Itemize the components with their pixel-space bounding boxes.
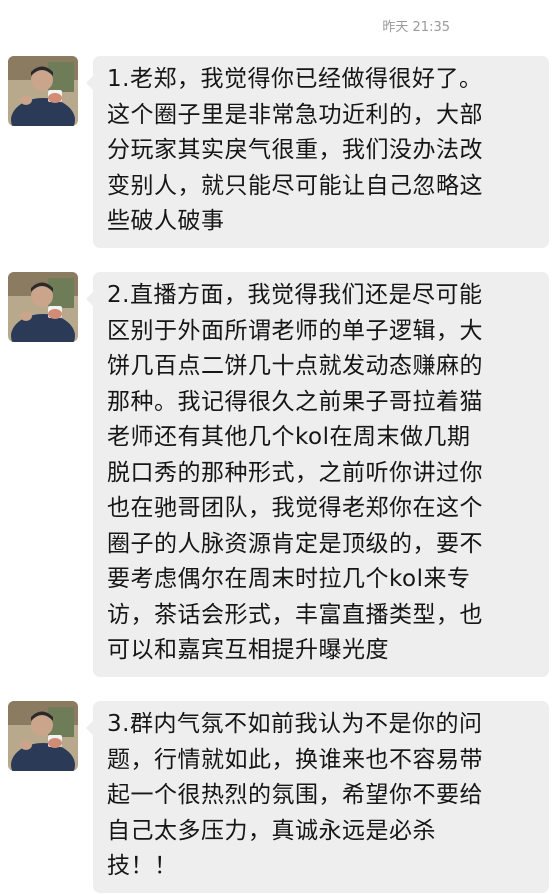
- avatar-photo-icon: [8, 56, 78, 126]
- message-timestamp: 昨天 21:35: [382, 20, 450, 35]
- message-line: 变别人，就只能尽可能让自己忽略这: [107, 172, 483, 199]
- avatar-photo-icon: [8, 272, 78, 342]
- message-line: 分玩家其实戾气很重，我们没办法改: [107, 137, 483, 163]
- message-bubble[interactable]: 2.直播方面，我觉得我们还是尽可能 区别于外面所谓老师的单子逻辑，大 饼几百点二…: [86, 272, 549, 677]
- message-line: 那种。我记得很久之前果子哥拉着猫: [107, 388, 483, 415]
- avatar[interactable]: [8, 701, 78, 771]
- avatar[interactable]: [8, 56, 78, 126]
- message-line: 圈子的人脉资源肯定是顶级的，要不: [107, 530, 483, 557]
- message-line: 2.直播方面，我觉得我们还是尽可能: [107, 282, 483, 308]
- message-line: 脱口秀的那种形式，之前听你讲过你: [107, 459, 483, 486]
- avatar-photo-icon: [8, 701, 78, 771]
- message-line: 老师还有其他几个kol在周末做几期: [107, 424, 471, 450]
- message-line: 也在驰哥团队，我觉得老郑你在这个: [107, 495, 483, 521]
- message-line: 3.群内气氛不如前我认为不是你的问: [107, 711, 483, 737]
- message-line: 访，茶话会形式，丰富直播类型，也: [107, 601, 483, 628]
- message-line: 这个圈子里是非常急功近利的，大部: [107, 101, 483, 128]
- message-line: 区别于外面所谓老师的单子逻辑，大: [107, 317, 483, 344]
- message-line: 技！！: [107, 853, 178, 879]
- message-line: 要考虑偶尔在周末时拉几个kol来专: [107, 566, 471, 592]
- message-bubble[interactable]: 3.群内气氛不如前我认为不是你的问 题，行情就如此，换谁来也不容易带 起一个很热…: [86, 701, 549, 893]
- avatar[interactable]: [8, 272, 78, 342]
- message-line: 起一个很热烈的氛围，希望你不要给: [107, 782, 483, 808]
- message-line: 题，行情就如此，换谁来也不容易带: [107, 746, 483, 773]
- message-line: 可以和嘉宾互相提升曝光度: [107, 637, 389, 663]
- message-bubble[interactable]: 1.老郑，我觉得你已经做得很好了。 这个圈子里是非常急功近利的，大部 分玩家其实…: [86, 56, 549, 248]
- message-line: 1.老郑，我觉得你已经做得很好了。: [107, 66, 483, 92]
- message-line: 饼几百点二饼几十点就发动态赚麻的: [107, 353, 483, 379]
- message-line: 些破人破事: [107, 208, 225, 234]
- message-line: 自己太多压力，真诚永远是必杀: [107, 817, 436, 844]
